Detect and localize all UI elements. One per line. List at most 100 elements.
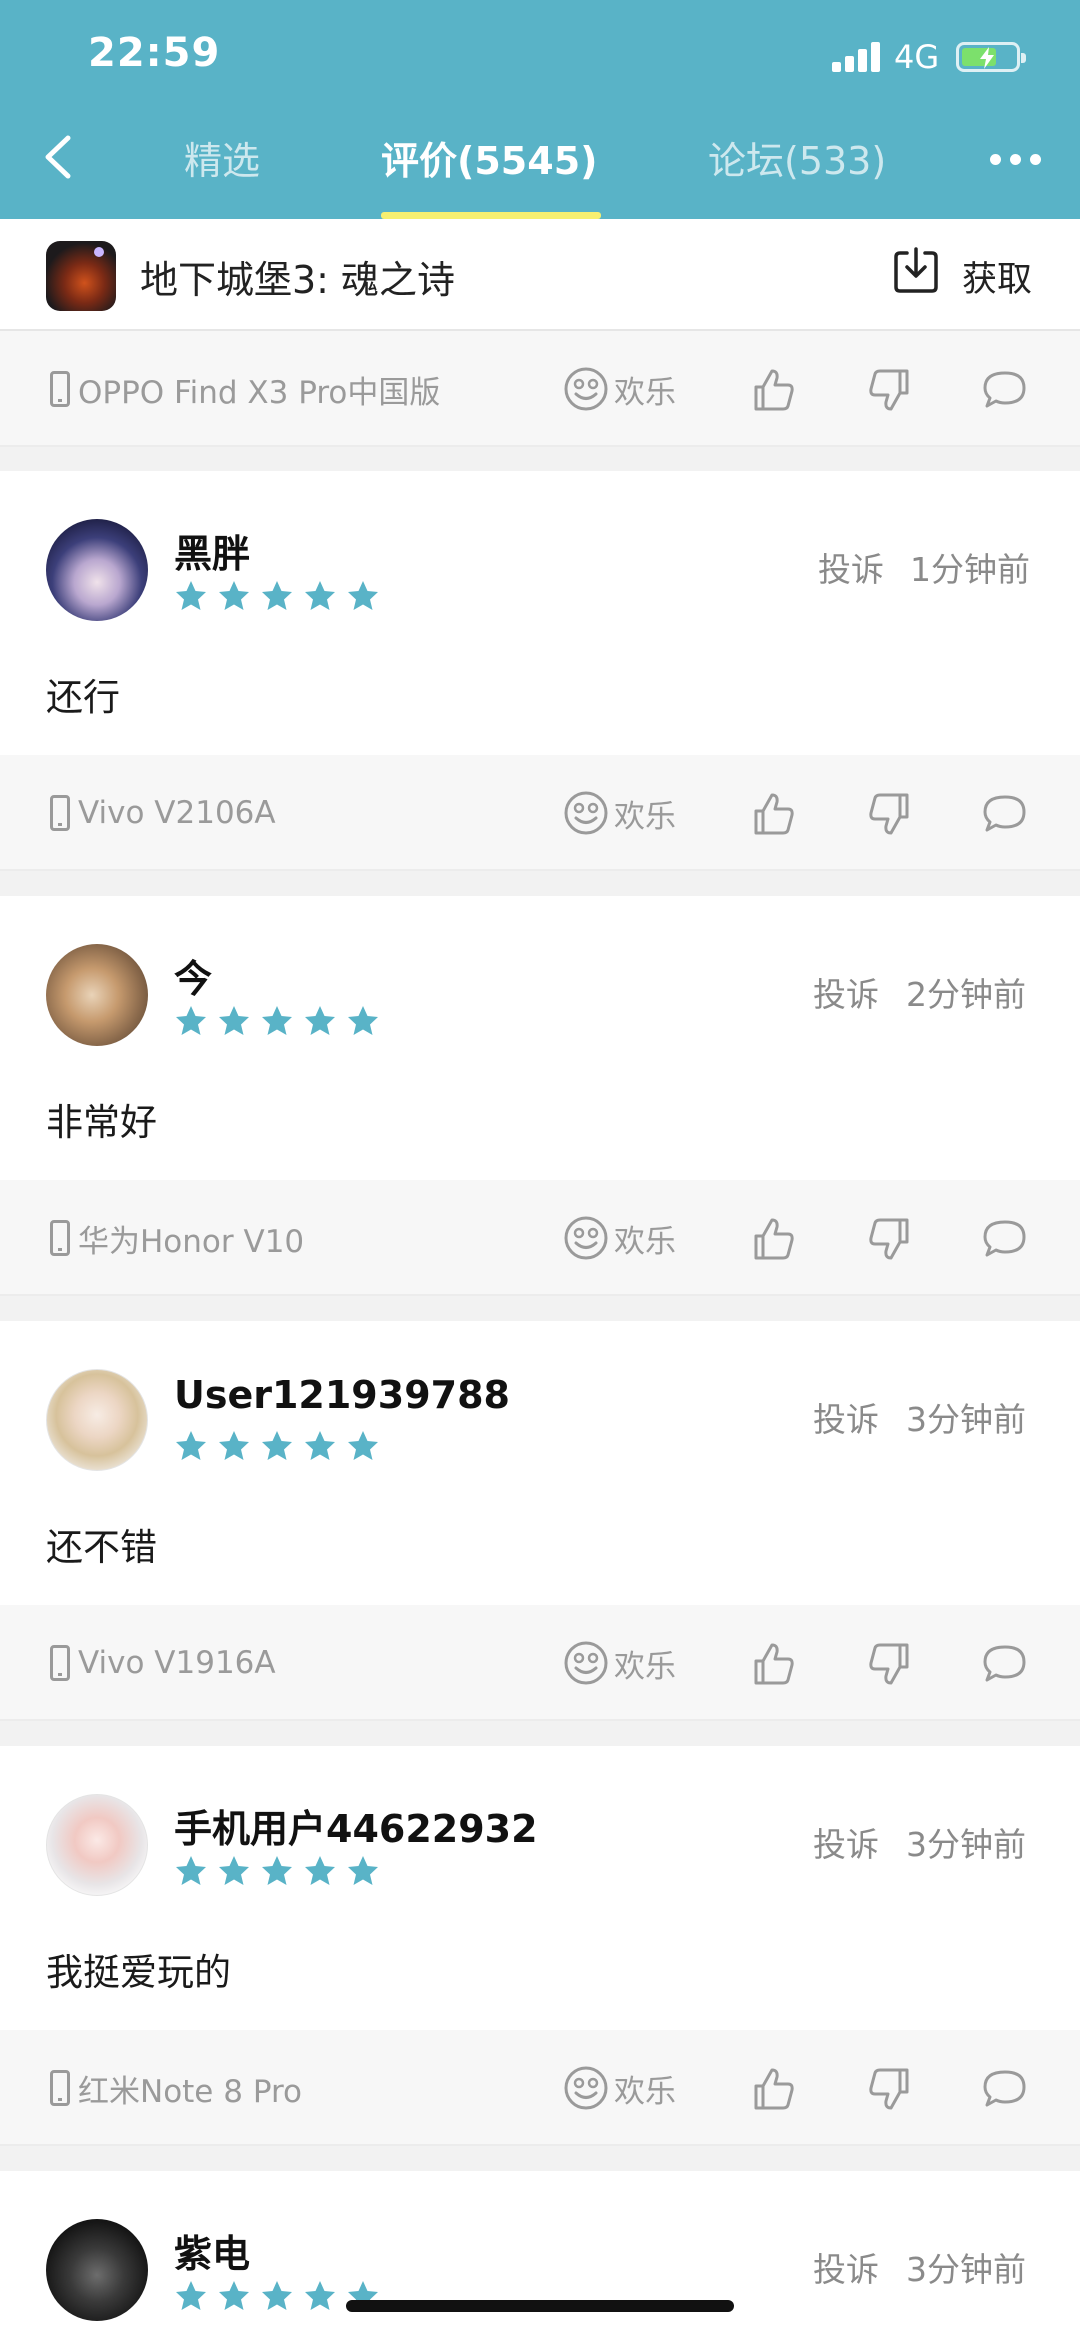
username[interactable]: 黑胖 xyxy=(174,523,250,578)
device-label: 红米Note 8 Pro xyxy=(78,2073,302,2110)
thumbs-up-icon[interactable] xyxy=(748,1639,798,1689)
thumbs-up-icon[interactable] xyxy=(748,789,798,839)
thumbs-down-icon[interactable] xyxy=(865,365,915,415)
mood-button[interactable]: 欢乐 xyxy=(562,1639,676,1687)
device-info: OPPO Find X3 Pro中国版 xyxy=(50,367,440,411)
review-action-bar: 红米Note 8 Pro 欢乐 xyxy=(0,2030,1080,2146)
avatar[interactable] xyxy=(46,1794,148,1896)
battery-icon xyxy=(956,42,1026,72)
avatar[interactable] xyxy=(46,519,148,621)
star-icon xyxy=(305,1431,335,1460)
star-icon xyxy=(305,1006,335,1035)
thumbs-down-icon[interactable] xyxy=(865,789,915,839)
signal-icon xyxy=(832,42,882,72)
star-icon xyxy=(262,2281,292,2310)
more-options-icon[interactable] xyxy=(990,154,1042,166)
review-time: 2分钟前 xyxy=(906,975,1026,1014)
thumbs-up-icon[interactable] xyxy=(748,365,798,415)
phone-icon xyxy=(50,1220,70,1256)
mood-button[interactable]: 欢乐 xyxy=(562,1214,676,1262)
star-icon xyxy=(305,581,335,610)
avatar[interactable] xyxy=(46,1369,148,1471)
username[interactable]: 手机用户44622932 xyxy=(174,1798,538,1853)
mood-button[interactable]: 欢乐 xyxy=(562,789,676,837)
report-link[interactable]: 投诉 xyxy=(818,543,884,591)
device-info: 红米Note 8 Pro xyxy=(50,2066,302,2110)
smiley-icon xyxy=(564,791,608,835)
star-icon xyxy=(219,581,249,610)
active-tab-indicator xyxy=(381,212,601,219)
device-label: 华为Honor V10 xyxy=(78,1223,305,1260)
username[interactable]: 今 xyxy=(174,948,212,1003)
thumbs-up-icon[interactable] xyxy=(748,1214,798,1264)
device-info: 华为Honor V10 xyxy=(50,1216,304,1260)
app-icon xyxy=(46,241,116,311)
review-content: 我挺爱玩的 xyxy=(46,1951,231,1994)
back-arrow-icon[interactable] xyxy=(38,132,78,182)
review-content: 非常好 xyxy=(46,1101,157,1144)
avatar[interactable] xyxy=(46,944,148,1046)
star-icon xyxy=(348,581,378,610)
review-time: 3分钟前 xyxy=(906,1825,1026,1864)
home-indicator[interactable] xyxy=(346,2300,734,2312)
smiley-icon xyxy=(564,367,608,411)
device-info: Vivo V1916A xyxy=(50,1641,276,1685)
mood-button[interactable]: 欢乐 xyxy=(562,365,676,413)
status-bar: 22:59 4G xyxy=(0,0,1080,118)
star-icon xyxy=(219,2281,249,2310)
phone-icon xyxy=(50,1645,70,1681)
star-icon xyxy=(348,1856,378,1885)
review-action-bar: OPPO Find X3 Pro中国版 欢乐 xyxy=(0,331,1080,447)
device-label: Vivo V2106A xyxy=(78,795,276,831)
comment-icon[interactable] xyxy=(980,2064,1030,2114)
review-action-bar: Vivo V1916A 欢乐 xyxy=(0,1605,1080,1721)
device-label: Vivo V1916A xyxy=(78,1645,276,1681)
star-icon xyxy=(262,1856,292,1885)
avatar[interactable] xyxy=(46,2219,148,2321)
device-label: OPPO Find X3 Pro中国版 xyxy=(78,374,441,411)
review-content: 还不错 xyxy=(46,1526,157,1569)
star-icon xyxy=(219,1856,249,1885)
star-icon xyxy=(176,1006,206,1035)
report-link[interactable]: 投诉 xyxy=(813,968,879,1016)
review-card: 今 投诉 2分钟前 非常好 xyxy=(0,896,1080,1180)
thumbs-down-icon[interactable] xyxy=(865,2064,915,2114)
device-info: Vivo V2106A xyxy=(50,791,276,835)
review-time: 1分钟前 xyxy=(910,550,1030,589)
report-link[interactable]: 投诉 xyxy=(813,1393,879,1441)
review-card: 黑胖 投诉 1分钟前 还行 xyxy=(0,471,1080,755)
mood-button[interactable]: 欢乐 xyxy=(562,2064,676,2112)
report-link[interactable]: 投诉 xyxy=(813,1818,879,1866)
star-icon xyxy=(348,1431,378,1460)
star-icon xyxy=(176,2281,206,2310)
download-icon xyxy=(894,247,938,293)
tab-forum[interactable]: 论坛(533) xyxy=(708,130,886,185)
star-icon xyxy=(219,1006,249,1035)
review-time: 3分钟前 xyxy=(906,1400,1026,1439)
thumbs-down-icon[interactable] xyxy=(865,1639,915,1689)
report-link[interactable]: 投诉 xyxy=(813,2243,879,2291)
comment-icon[interactable] xyxy=(980,1214,1030,1264)
tab-featured[interactable]: 精选 xyxy=(184,130,260,185)
review-time: 3分钟前 xyxy=(906,2250,1026,2289)
username[interactable]: 紫电 xyxy=(174,2223,250,2278)
comment-icon[interactable] xyxy=(980,365,1030,415)
star-icon xyxy=(305,2281,335,2310)
comment-icon[interactable] xyxy=(980,1639,1030,1689)
thumbs-up-icon[interactable] xyxy=(748,2064,798,2114)
top-nav: 精选 评价(5545) 论坛(533) xyxy=(0,118,1080,219)
smiley-icon xyxy=(564,1216,608,1260)
review-action-bar: Vivo V2106A 欢乐 xyxy=(0,755,1080,871)
comment-icon[interactable] xyxy=(980,789,1030,839)
thumbs-down-icon[interactable] xyxy=(865,1214,915,1264)
star-icon xyxy=(348,1006,378,1035)
app-title: 地下城堡3: 魂之诗 xyxy=(140,258,456,302)
star-icon xyxy=(262,1006,292,1035)
star-icon xyxy=(262,581,292,610)
get-button[interactable]: 获取 xyxy=(890,245,1040,305)
tab-reviews[interactable]: 评价(5545) xyxy=(381,130,598,185)
star-icon xyxy=(262,1431,292,1460)
username[interactable]: User121939788 xyxy=(174,1373,510,1417)
star-icon xyxy=(176,1856,206,1885)
phone-icon xyxy=(50,2070,70,2106)
